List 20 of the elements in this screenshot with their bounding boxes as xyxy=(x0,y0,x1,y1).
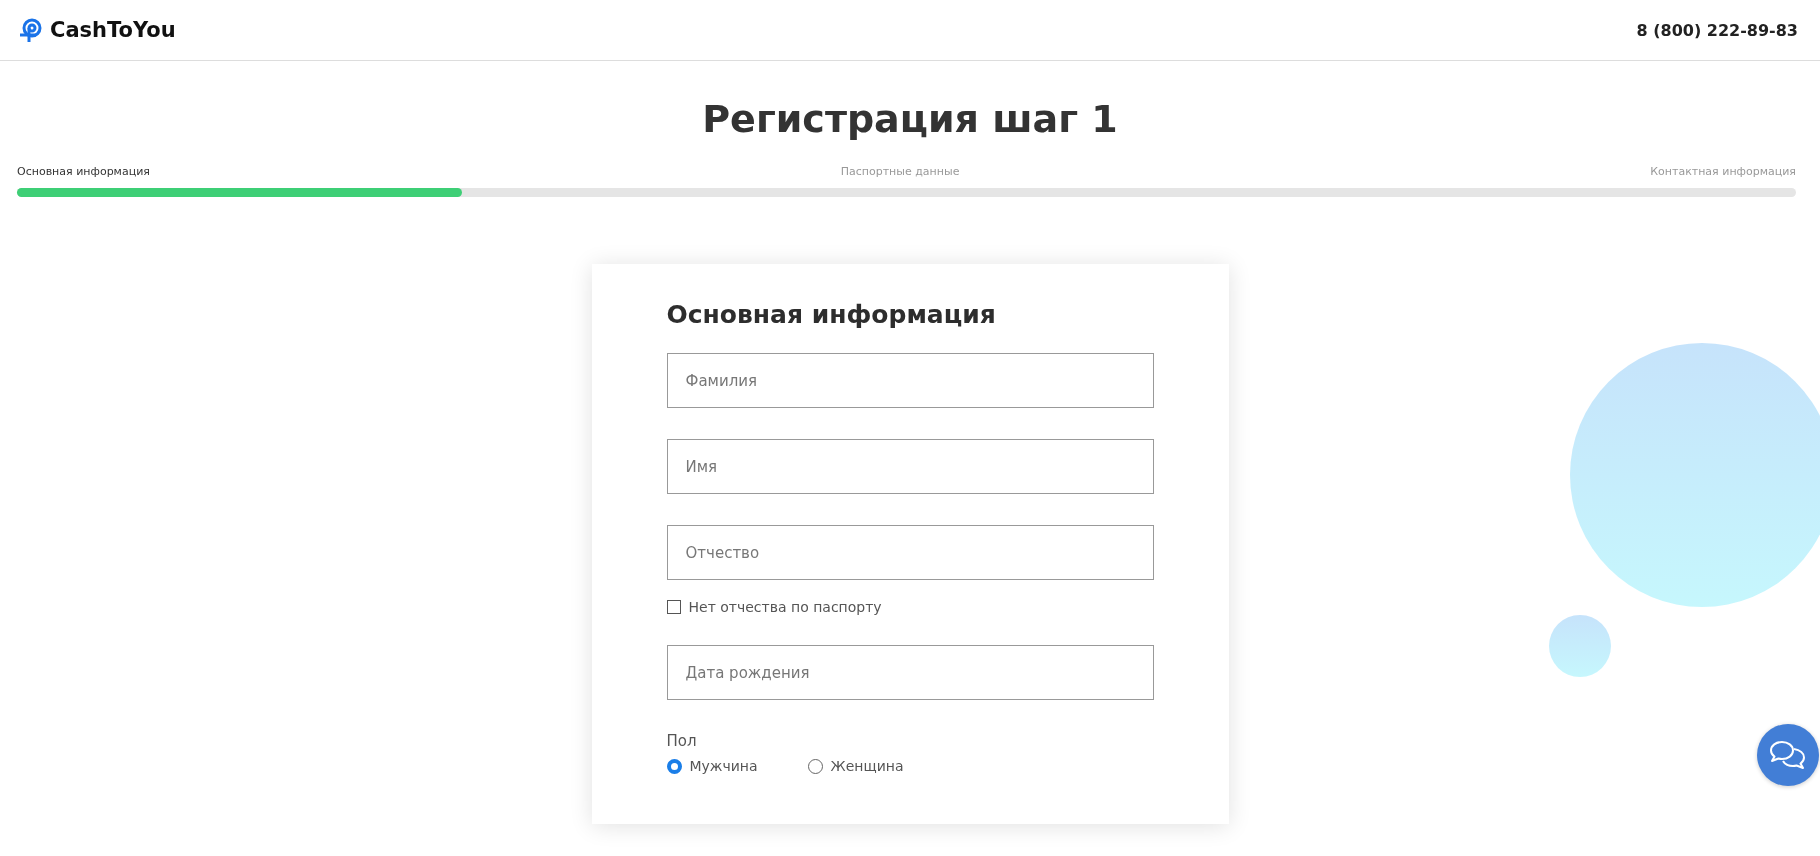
step-label: Основная информация xyxy=(17,165,150,178)
logo-icon xyxy=(18,17,44,43)
step-label: Контактная информация xyxy=(1650,165,1796,178)
checkbox-label[interactable]: Нет отчества по паспорту xyxy=(688,599,882,615)
input-field[interactable]: Отчество xyxy=(666,525,1154,580)
step-label: Паспортные данные xyxy=(840,165,960,178)
chat-icon xyxy=(1769,739,1807,771)
checkbox[interactable] xyxy=(666,600,681,614)
phone-number[interactable]: 8 (800) 222-89-83 xyxy=(1636,20,1798,40)
logo-text[interactable]: CashToYou xyxy=(50,18,176,42)
radio-label[interactable]: Мужчина xyxy=(689,758,758,774)
input-field[interactable]: Имя xyxy=(666,439,1154,494)
chat-button[interactable] xyxy=(1757,724,1819,786)
field-label: Пол xyxy=(666,732,697,750)
radio-label[interactable]: Женщина xyxy=(830,758,904,774)
radio-button[interactable] xyxy=(666,758,682,774)
input-field[interactable]: Фамилия xyxy=(666,353,1154,408)
page-title: Регистрация шаг 1 xyxy=(702,97,1118,141)
input-field[interactable]: Дата рождения xyxy=(666,645,1154,700)
form-title: Основная информация xyxy=(666,300,996,329)
